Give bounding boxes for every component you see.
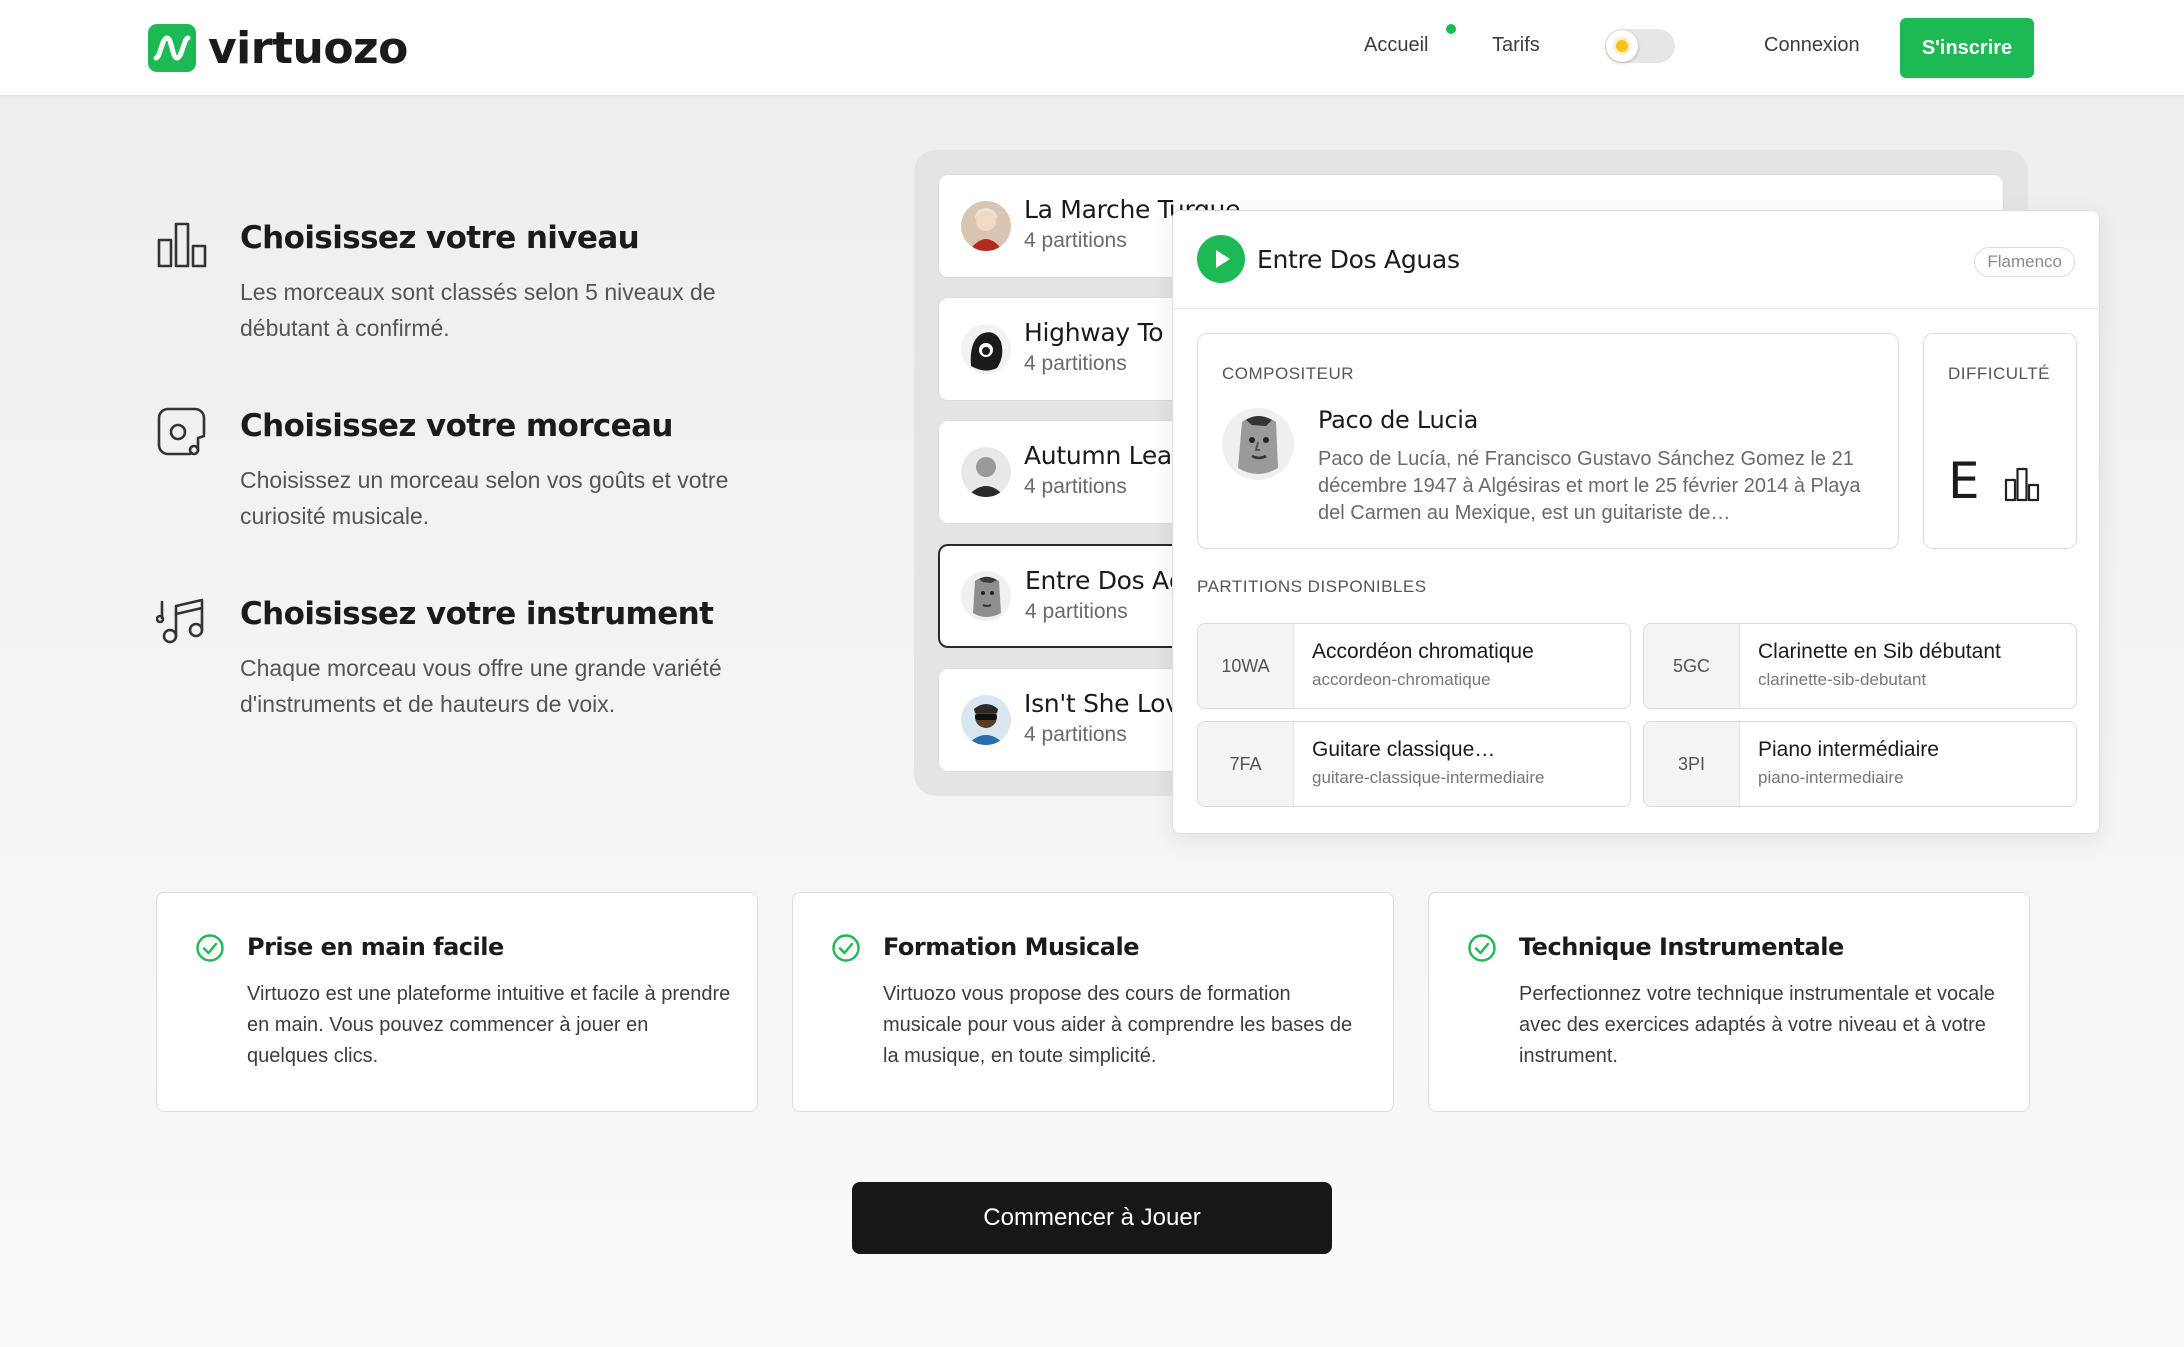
composer-box: COMPOSITEUR Paco de Lucia Paco de Lucía,… [1197, 333, 1899, 549]
active-indicator-dot [1446, 24, 1456, 34]
card-description: Virtuozo vous propose des cours de forma… [883, 983, 1353, 1067]
sun-icon [1616, 40, 1628, 52]
song-detail-title: Entre Dos Aguas [1257, 245, 1460, 274]
song-avatar [961, 571, 1011, 621]
nav-accueil[interactable]: Accueil [1364, 34, 1428, 57]
card-title: Prise en main facile [247, 933, 504, 961]
card-description: Perfectionnez votre technique instrument… [1519, 983, 1995, 1067]
partition-name: Accordéon chromatique [1312, 640, 1534, 663]
song-avatar [961, 695, 1011, 745]
logo[interactable]: virtuozo [148, 22, 408, 74]
partition-item[interactable]: 10WA Accordéon chromatique accordeon-chr… [1197, 623, 1631, 709]
partition-slug: piano-intermediaire [1758, 768, 1904, 787]
feature-title: Choisissez votre niveau [240, 220, 640, 256]
feature-title: Choisissez votre morceau [240, 408, 673, 444]
composer-avatar [1222, 408, 1294, 480]
song-detail-header: Entre Dos Aguas Flamenco [1173, 211, 2099, 309]
feature-description: Les morceaux sont classés selon 5 niveau… [240, 279, 716, 341]
partition-name: Clarinette en Sib débutant [1758, 640, 2001, 663]
nav-connexion[interactable]: Connexion [1764, 34, 1860, 57]
feature-description: Chaque morceau vous offre une grande var… [240, 655, 722, 717]
bar-chart-icon [157, 222, 207, 268]
genre-tag: Flamenco [1974, 247, 2075, 277]
partition-item[interactable]: 3PI Piano intermédiaire piano-intermedia… [1643, 721, 2077, 807]
partition-code: 7FA [1198, 722, 1294, 806]
partition-code: 10WA [1198, 624, 1294, 708]
benefit-card-easy: Prise en main facile Virtuozo est une pl… [156, 892, 758, 1112]
difficulty-label: DIFFICULTÉ [1948, 364, 2050, 383]
song-partition-count: 4 partitions [1024, 723, 1127, 746]
difficulty-bar-chart-icon [2004, 467, 2040, 502]
partition-name: Guitare classique… [1312, 738, 1496, 761]
music-app-icon [157, 407, 206, 456]
partition-code: 3PI [1644, 722, 1740, 806]
feature-title: Choisissez votre instrument [240, 596, 714, 632]
play-button[interactable] [1197, 235, 1245, 283]
song-partition-count: 4 partitions [1025, 600, 1128, 623]
top-navbar: virtuozo Accueil Tarifs Connexion S'insc… [0, 0, 2184, 96]
song-avatar [961, 447, 1011, 497]
partitions-label: PARTITIONS DISPONIBLES [1197, 577, 1427, 596]
song-partition-count: 4 partitions [1024, 352, 1127, 375]
composer-label: COMPOSITEUR [1222, 364, 1355, 383]
card-title: Formation Musicale [883, 933, 1139, 961]
composer-bio: Paco de Lucía, né Francisco Gustavo Sánc… [1318, 448, 1861, 524]
difficulty-box: DIFFICULTÉ E [1923, 333, 2077, 549]
card-title: Technique Instrumentale [1519, 933, 1844, 961]
benefit-card-formation: Formation Musicale Virtuozo vous propose… [792, 892, 1394, 1112]
song-avatar [961, 324, 1011, 374]
song-partition-count: 4 partitions [1024, 475, 1127, 498]
check-circle-icon [1468, 934, 1496, 962]
logo-text: virtuozo [208, 22, 408, 74]
song-detail-card: Entre Dos Aguas Flamenco COMPOSITEUR Pac… [1172, 210, 2100, 834]
play-icon [1216, 250, 1230, 268]
partition-slug: clarinette-sib-debutant [1758, 670, 1927, 689]
partition-name: Piano intermédiaire [1758, 738, 1939, 761]
music-notes-icon [156, 598, 204, 644]
card-description: Virtuozo est une plateforme intuitive et… [247, 983, 731, 1067]
benefit-card-technique: Technique Instrumentale Perfectionnez vo… [1428, 892, 2030, 1112]
check-circle-icon [196, 934, 224, 962]
theme-toggle-knob [1606, 30, 1638, 62]
check-circle-icon [832, 934, 860, 962]
composer-name: Paco de Lucia [1318, 406, 1479, 434]
partition-slug: guitare-classique-intermediaire [1312, 768, 1545, 787]
partition-slug: accordeon-chromatique [1312, 670, 1491, 689]
song-avatar [961, 201, 1011, 251]
virtuozo-logo-icon [148, 24, 196, 72]
theme-toggle[interactable] [1605, 29, 1675, 63]
feature-description: Choisissez un morceau selon vos goûts et… [240, 467, 729, 529]
signup-button[interactable]: S'inscrire [1900, 18, 2034, 78]
partition-item[interactable]: 5GC Clarinette en Sib débutant clarinett… [1643, 623, 2077, 709]
start-playing-button[interactable]: Commencer à Jouer [852, 1182, 1332, 1254]
partition-item[interactable]: 7FA Guitare classique… guitare-classique… [1197, 721, 1631, 807]
song-partition-count: 4 partitions [1024, 229, 1127, 252]
difficulty-value: E [1948, 452, 1980, 510]
nav-tarifs[interactable]: Tarifs [1492, 34, 1540, 57]
partition-code: 5GC [1644, 624, 1740, 708]
